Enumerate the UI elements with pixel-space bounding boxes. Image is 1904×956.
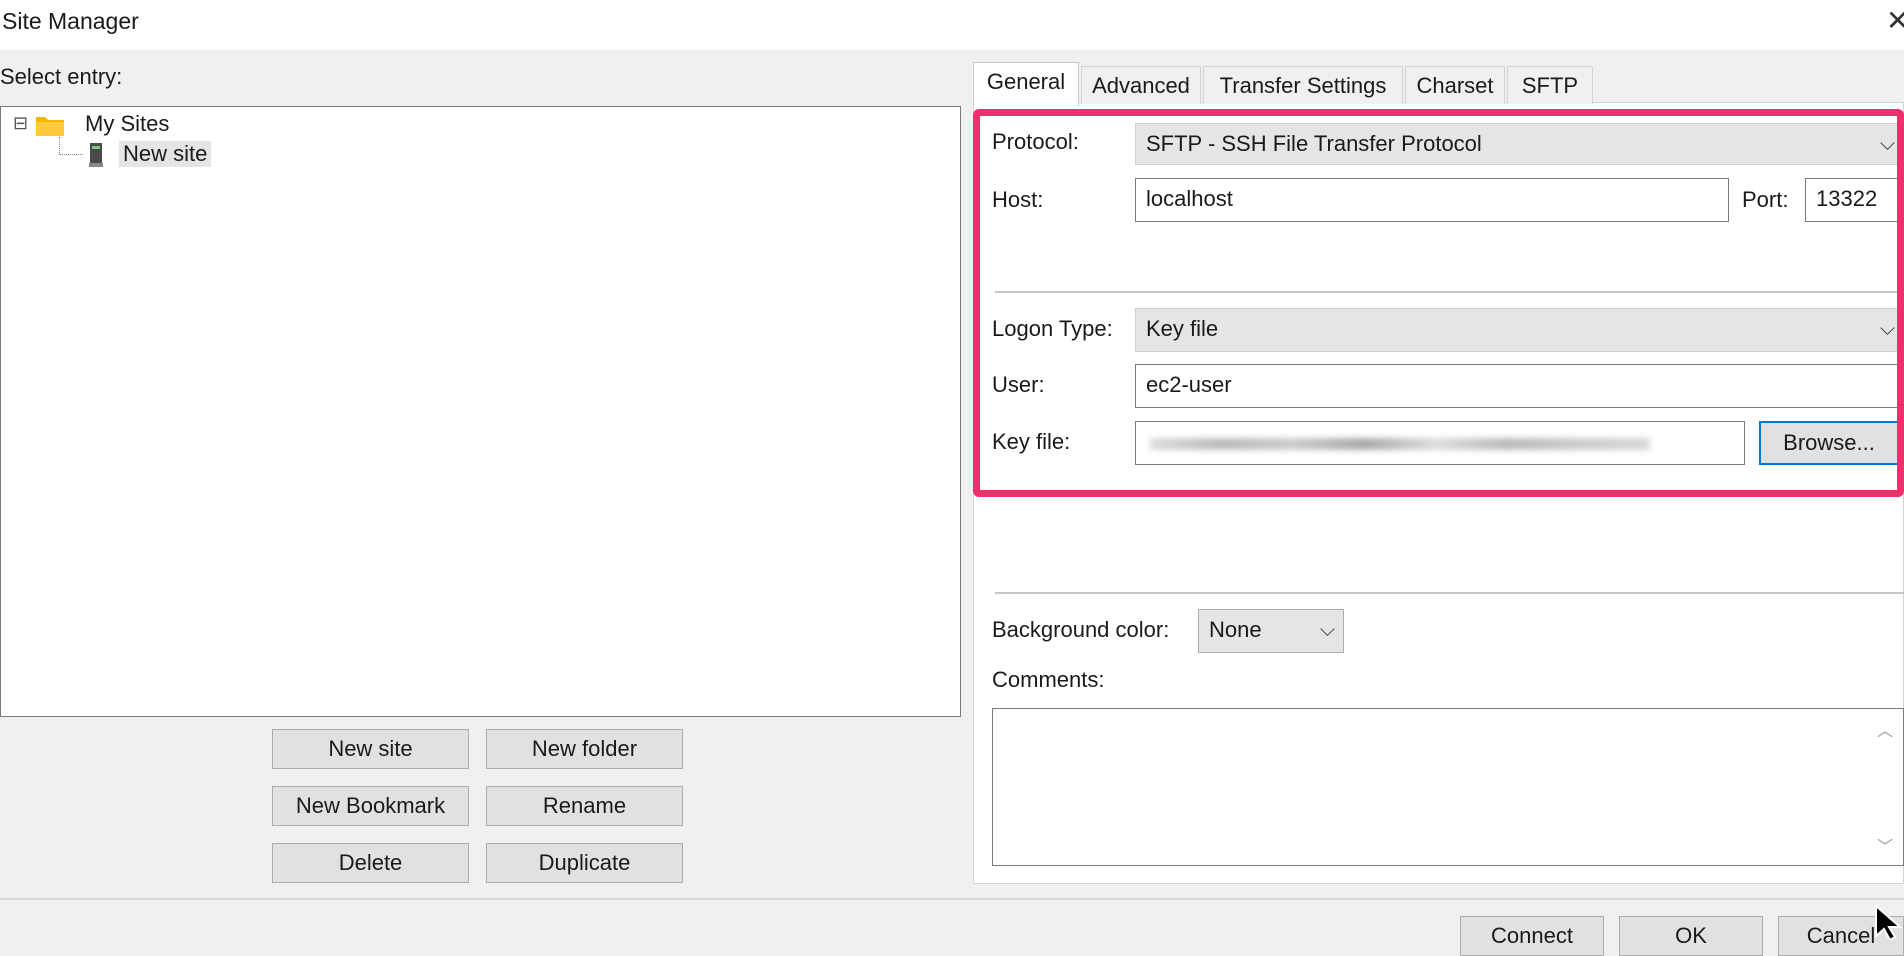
duplicate-button[interactable]: Duplicate	[486, 843, 683, 883]
tree-item-new-site[interactable]: New site	[119, 141, 212, 167]
new-site-button[interactable]: New site	[272, 729, 469, 769]
tree-connector	[59, 137, 60, 155]
tab-sftp[interactable]: SFTP	[1507, 66, 1593, 104]
mouse-cursor-icon	[1875, 904, 1903, 940]
server-icon	[89, 143, 103, 167]
protocol-select[interactable]: SFTP - SSH File Transfer Protocol ⌵	[1135, 123, 1904, 165]
tree-collapse-icon[interactable]: ⊟	[13, 113, 28, 134]
scroll-up-icon[interactable]: ︿	[1877, 717, 1893, 741]
footer-divider	[0, 898, 1904, 900]
protocol-label: Protocol:	[992, 129, 1079, 154]
logon-type-select[interactable]: Key file ⌵	[1135, 308, 1904, 352]
key-file-input[interactable]	[1135, 421, 1745, 465]
chevron-down-icon: ⌵	[1879, 133, 1895, 155]
new-folder-button[interactable]: New folder	[486, 729, 683, 769]
host-input[interactable]: localhost	[1135, 178, 1729, 222]
host-label: Host:	[992, 187, 1044, 212]
chevron-down-icon: ⌵	[1879, 318, 1895, 340]
title-bar	[0, 0, 1904, 50]
scroll-down-icon[interactable]: ﹀	[1877, 833, 1893, 857]
select-entry-label: Select entry:	[0, 64, 123, 89]
site-tree[interactable]: ⊟ My Sites New site	[0, 106, 961, 717]
port-input[interactable]: 13322	[1805, 178, 1904, 222]
key-file-label: Key file:	[992, 429, 1071, 454]
background-color-select[interactable]: None ⌵	[1198, 609, 1344, 653]
tab-advanced[interactable]: Advanced	[1081, 66, 1201, 104]
divider	[995, 291, 1904, 293]
connect-button[interactable]: Connect	[1460, 916, 1604, 956]
protocol-value: SFTP - SSH File Transfer Protocol	[1146, 131, 1482, 156]
logon-type-value: Key file	[1146, 316, 1219, 341]
tab-charset[interactable]: Charset	[1405, 66, 1505, 104]
tab-transfer-settings[interactable]: Transfer Settings	[1203, 66, 1403, 104]
background-color-value: None	[1209, 617, 1262, 642]
user-input[interactable]: ec2-user	[1135, 364, 1904, 408]
divider	[995, 592, 1904, 594]
tab-general[interactable]: General	[973, 62, 1079, 106]
delete-button[interactable]: Delete	[272, 843, 469, 883]
logon-type-label: Logon Type:	[992, 316, 1113, 341]
user-label: User:	[992, 372, 1045, 397]
port-label: Port:	[1742, 187, 1789, 212]
folder-icon	[36, 117, 64, 136]
tree-connector	[59, 154, 83, 155]
comments-textarea[interactable]: ︿ ﹀	[992, 708, 1904, 866]
redacted-path	[1150, 438, 1650, 450]
window-title: Site Manager	[2, 8, 139, 34]
browse-button[interactable]: Browse...	[1759, 421, 1899, 465]
comments-label: Comments:	[992, 667, 1105, 692]
tree-item-my-sites[interactable]: My Sites	[85, 111, 169, 137]
background-color-label: Background color:	[992, 617, 1170, 642]
ok-button[interactable]: OK	[1619, 916, 1763, 956]
rename-button[interactable]: Rename	[486, 786, 683, 826]
chevron-down-icon: ⌵	[1319, 619, 1335, 641]
close-icon[interactable]: ✕	[1886, 4, 1904, 37]
new-bookmark-button[interactable]: New Bookmark	[272, 786, 469, 826]
